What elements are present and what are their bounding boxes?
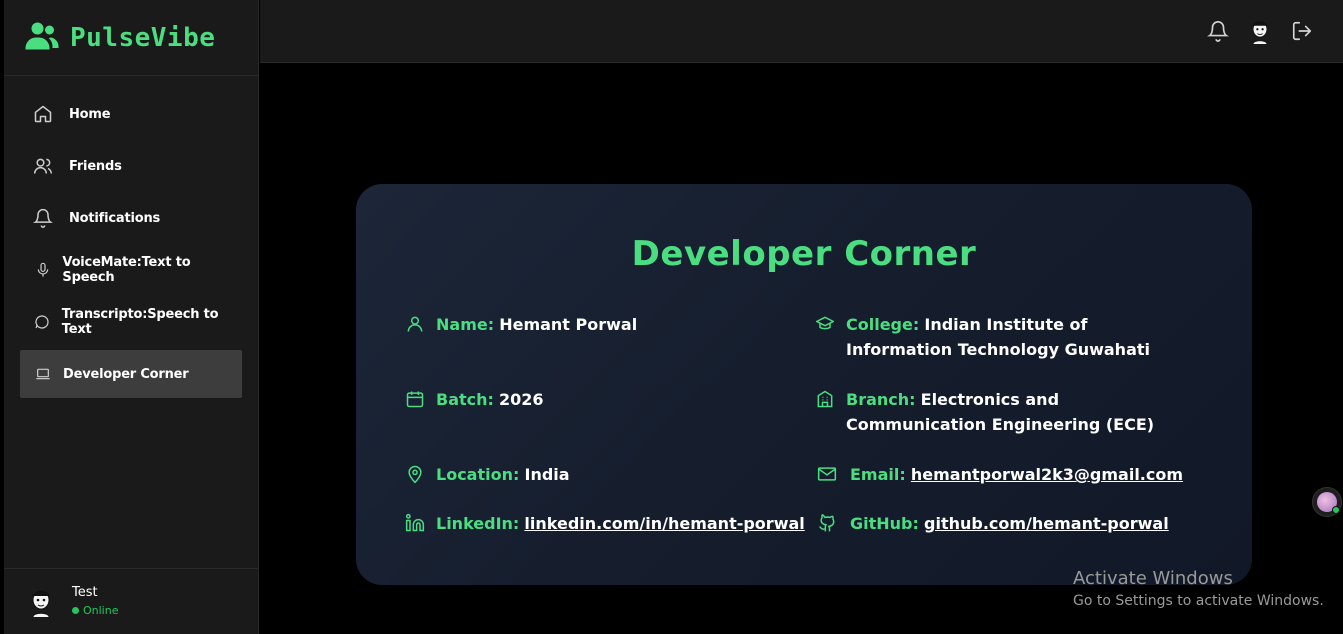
field-key: Name:	[436, 315, 495, 334]
sidebar-item-label: Home	[69, 106, 111, 122]
sidebar-item-transcripto[interactable]: Transcripto:Speech to Text	[20, 298, 242, 346]
user-name: Test	[72, 584, 98, 600]
sidebar-item-label: Developer Corner	[63, 366, 189, 382]
laptop-icon	[32, 366, 54, 382]
developer-card: Developer Corner Name: Hemant Porwal Col…	[356, 184, 1252, 585]
sidebar: PulseVibe Home Friends Notifications Voi…	[4, 0, 259, 634]
field-key: College:	[846, 315, 920, 334]
microphone-icon	[32, 262, 53, 278]
field-name: Name: Hemant Porwal	[404, 312, 637, 337]
field-value: Hemant Porwal	[499, 315, 638, 334]
field-location: Location: India	[404, 462, 570, 487]
linkedin-icon	[404, 511, 426, 535]
page-title: Developer Corner	[631, 234, 977, 274]
sidebar-item-label: VoiceMate:Text to Speech	[62, 255, 191, 285]
graduation-cap-icon	[814, 312, 836, 336]
avatar	[26, 586, 56, 617]
field-key: Location:	[436, 465, 520, 484]
brand-name: PulseVibe	[70, 22, 216, 53]
field-batch: Batch: 2026	[404, 387, 544, 412]
sidebar-item-label: Transcripto:Speech to Text	[61, 307, 219, 337]
field-value: India	[524, 465, 570, 484]
watermark-subtitle: Go to Settings to activate Windows.	[1073, 593, 1324, 609]
email-link[interactable]: hemantporwal2k3@gmail.com	[911, 465, 1183, 484]
home-icon	[32, 104, 54, 124]
status-text: Online	[83, 603, 119, 617]
field-key: Branch:	[846, 390, 916, 409]
field-value: 2026	[499, 390, 544, 409]
top-bar	[260, 0, 1343, 63]
bell-icon	[32, 208, 54, 228]
brand[interactable]: PulseVibe	[4, 0, 258, 76]
avatar[interactable]	[1247, 16, 1273, 46]
field-branch: Branch: Electronics and Communication En…	[814, 387, 1174, 437]
online-dot	[72, 606, 79, 614]
top-actions	[1205, 16, 1315, 46]
field-key: Email:	[850, 465, 906, 484]
activate-windows-watermark: Activate Windows Go to Settings to activ…	[1073, 568, 1324, 609]
mail-icon	[816, 462, 838, 486]
field-key: GitHub:	[850, 514, 919, 533]
linkedin-link[interactable]: linkedin.com/in/hemant-porwal	[524, 514, 804, 533]
user-icon	[404, 312, 426, 336]
status-badge: Online	[72, 604, 118, 617]
map-pin-icon	[404, 462, 426, 486]
field-github: GitHub: github.com/hemant-porwal	[816, 511, 1169, 536]
field-key: Batch:	[436, 390, 494, 409]
field-key: LinkedIn:	[436, 514, 520, 533]
sidebar-item-friends[interactable]: Friends	[20, 142, 242, 190]
github-link[interactable]: github.com/hemant-porwal	[924, 514, 1169, 533]
current-user[interactable]: Test Online	[4, 568, 258, 634]
sidebar-item-notifications[interactable]: Notifications	[20, 194, 242, 242]
message-circle-icon	[32, 314, 53, 330]
online-dot	[1332, 506, 1340, 514]
github-icon	[816, 511, 838, 535]
user-info: Test Online	[72, 585, 118, 617]
field-linkedin: LinkedIn: linkedin.com/in/hemant-porwal	[404, 511, 805, 536]
sidebar-item-voicemate[interactable]: VoiceMate:Text to Speech	[20, 246, 242, 294]
logout-icon[interactable]	[1289, 16, 1315, 46]
bell-icon[interactable]	[1205, 16, 1231, 46]
field-email: Email: hemantporwal2k3@gmail.com	[816, 462, 1183, 487]
users-icon	[32, 156, 54, 176]
floating-chat-avatar[interactable]	[1312, 487, 1342, 517]
sidebar-item-label: Friends	[69, 158, 122, 174]
sidebar-item-label: Notifications	[69, 210, 161, 226]
sidebar-nav: Home Friends Notifications VoiceMate:Tex…	[4, 76, 258, 398]
sidebar-item-developer-corner[interactable]: Developer Corner	[20, 350, 242, 398]
watermark-title: Activate Windows	[1073, 568, 1233, 589]
building-icon	[814, 387, 836, 411]
sidebar-item-home[interactable]: Home	[20, 90, 242, 138]
field-college: College: Indian Institute of Information…	[814, 312, 1164, 362]
calendar-icon	[404, 387, 426, 411]
users-logo-icon	[24, 18, 60, 58]
